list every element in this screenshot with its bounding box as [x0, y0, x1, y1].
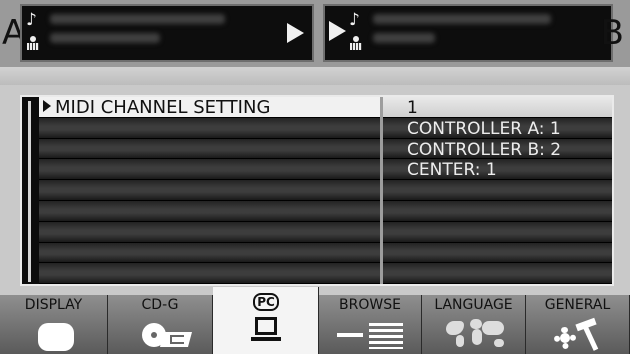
scrollbar[interactable]	[28, 101, 31, 282]
pc-icon: PC	[249, 293, 283, 349]
browse-icon	[337, 323, 405, 349]
settings-panel: MIDI CHANNEL SETTING 1 CONTROLLER A: 1 C…	[20, 95, 614, 286]
tab-browse[interactable]: BROWSE	[319, 295, 422, 354]
menu-item[interactable]	[39, 180, 380, 201]
tab-language[interactable]: LANGUAGE	[422, 295, 526, 354]
artist-icon	[27, 36, 39, 52]
value-list: 1 CONTROLLER A: 1 CONTROLLER B: 2 CENTER…	[383, 97, 612, 285]
value-item-controller-a[interactable]: CONTROLLER A: 1	[383, 117, 612, 139]
tab-general[interactable]: GENERAL	[526, 295, 630, 354]
tab-label: DISPLAY	[24, 297, 83, 313]
artist-icon	[350, 36, 362, 52]
tab-label: GENERAL	[544, 297, 611, 313]
deck-a-display[interactable]: ♪	[20, 4, 314, 62]
tab-label: CD-G	[141, 297, 179, 313]
deck-b-letter: B	[600, 13, 624, 53]
display-icon	[38, 323, 74, 351]
tab-bar: DISPLAY CD-G PC BROWSE LANGUAGE GENERAL	[0, 287, 630, 354]
tab-label: LANGUAGE	[434, 297, 513, 313]
menu-item[interactable]	[39, 263, 380, 285]
value-label: CENTER: 1	[407, 160, 497, 181]
tab-label: BROWSE	[339, 297, 401, 313]
menu-item[interactable]	[39, 159, 380, 181]
tab-pc[interactable]: PC	[213, 287, 319, 354]
scroll-gutter	[22, 97, 39, 284]
menu-item[interactable]	[39, 221, 380, 243]
music-note-icon: ♪	[349, 10, 360, 30]
cdg-icon	[142, 323, 193, 349]
tab-cd-g[interactable]: CD-G	[108, 295, 213, 354]
value-item-controller-b[interactable]: CONTROLLER B: 2	[383, 138, 612, 160]
play-icon	[329, 21, 346, 41]
value-item[interactable]	[383, 221, 612, 243]
value-label: CONTROLLER B: 2	[407, 139, 562, 160]
value-label: CONTROLLER A: 1	[407, 118, 561, 139]
value-item-center[interactable]: CENTER: 1	[383, 159, 612, 180]
menu-item[interactable]	[39, 200, 380, 222]
value-label: 1	[407, 98, 418, 118]
deck-b-track-title	[373, 14, 551, 24]
selection-arrow-icon	[43, 100, 51, 112]
menu-list: MIDI CHANNEL SETTING	[39, 97, 380, 285]
menu-item[interactable]	[39, 138, 380, 160]
value-item[interactable]	[383, 242, 612, 264]
menu-item[interactable]	[39, 117, 380, 139]
value-item[interactable]	[383, 263, 612, 285]
menu-item-midi-channel-setting[interactable]: MIDI CHANNEL SETTING	[39, 97, 380, 118]
tools-icon	[552, 317, 608, 351]
value-item[interactable]	[383, 200, 612, 222]
deck-bar: A ♪ ♪ B	[0, 0, 630, 67]
play-icon	[287, 23, 304, 43]
separator-band	[0, 67, 630, 85]
deck-b-artist	[373, 33, 435, 43]
tab-display[interactable]: DISPLAY	[0, 295, 108, 354]
menu-item-label: MIDI CHANNEL SETTING	[55, 97, 271, 118]
value-item[interactable]	[383, 180, 612, 201]
music-note-icon: ♪	[26, 10, 37, 30]
deck-a-artist	[50, 33, 160, 43]
menu-item[interactable]	[39, 242, 380, 264]
world-map-icon	[444, 319, 508, 351]
value-item-channel[interactable]: 1	[383, 97, 612, 118]
screen: A ♪ ♪ B MIDI CHANNEL SETTING 1 CONTROLLE…	[0, 0, 630, 354]
deck-a-track-title	[50, 14, 225, 24]
deck-b-display[interactable]: ♪	[323, 4, 613, 62]
